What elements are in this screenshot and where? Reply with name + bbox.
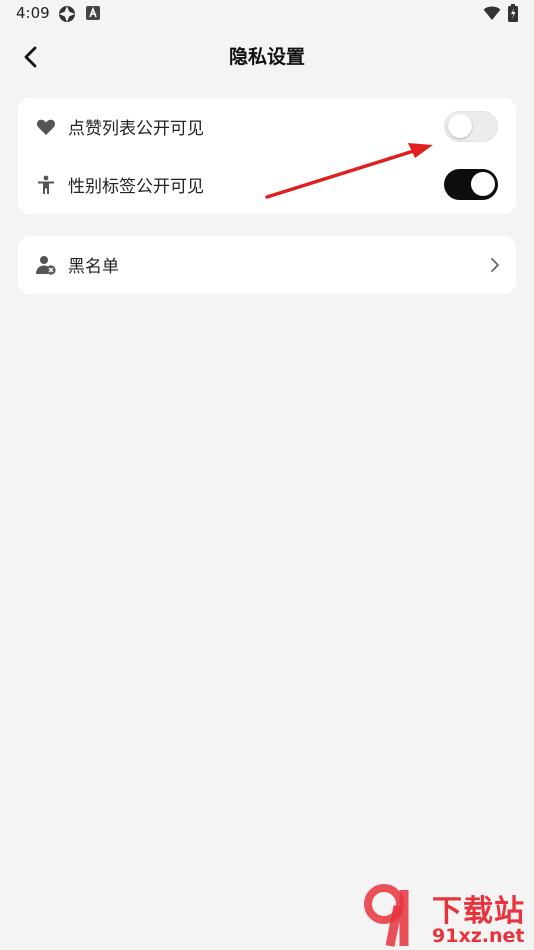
blacklist-label: 黑名单 — [68, 257, 119, 277]
heart-icon — [36, 119, 56, 135]
toggle-knob — [448, 114, 472, 138]
page-title: 隐私设置 — [228, 46, 305, 68]
status-time: 4:09 — [16, 4, 50, 22]
liked-list-visibility-row: 点赞列表公开可见 — [18, 98, 516, 156]
a-badge-icon — [86, 6, 100, 20]
wifi-icon — [483, 6, 501, 20]
person-icon — [38, 175, 54, 194]
nav-bar: 隐私设置 — [0, 30, 534, 82]
gender-tag-visibility-row: 性别标签公开可见 — [18, 156, 516, 214]
watermark-logo-icon — [364, 884, 409, 947]
watermark-domain: 91xz.net — [432, 925, 525, 947]
chevron-right-icon — [491, 258, 499, 272]
user-blocked-icon — [36, 256, 56, 275]
location-icon — [59, 6, 75, 22]
toggle-knob — [471, 172, 495, 196]
blacklist-card: 黑名单 — [18, 236, 516, 294]
watermark: 下载站 91xz.net — [360, 880, 534, 950]
status-bar: 4:09 — [0, 0, 534, 28]
blacklist-row[interactable]: 黑名单 — [18, 236, 516, 294]
gender-tag-visibility-label: 性别标签公开可见 — [68, 177, 204, 197]
privacy-settings-card: 点赞列表公开可见 性别标签公开可见 — [18, 98, 516, 214]
battery-icon — [508, 4, 518, 22]
watermark-site-name: 下载站 — [432, 894, 525, 929]
liked-list-visibility-toggle[interactable] — [444, 111, 498, 142]
liked-list-visibility-label: 点赞列表公开可见 — [68, 119, 204, 139]
gender-tag-visibility-toggle[interactable] — [444, 169, 498, 200]
